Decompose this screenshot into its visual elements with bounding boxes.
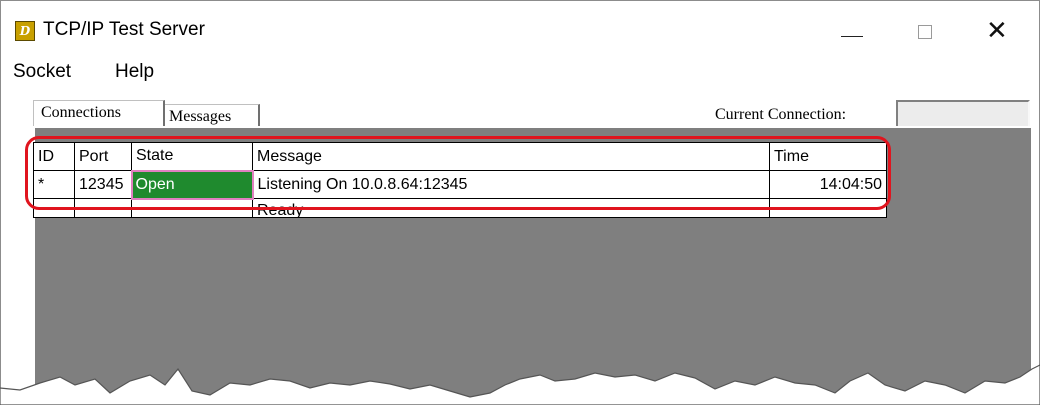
column-header-message[interactable]: Message [252,142,770,171]
maximize-icon [918,25,932,39]
cell-message: Listening On 10.0.8.64:12345 [252,170,770,199]
app-window: D TCP/IP Test Server ✕ Socket Help Conne… [0,0,1040,405]
cell-time [769,198,887,218]
table-row[interactable]: Ready [33,198,887,218]
app-icon: D [15,21,35,41]
cell-state-open: Open [130,169,254,200]
table-header-row: ID Port State Message Time [33,142,887,171]
tab-messages[interactable]: Messages [165,104,260,126]
torn-edge [0,364,1040,405]
cell-state [131,198,253,218]
cell-port: 12345 [74,170,132,199]
menu-help[interactable]: Help [115,61,154,83]
table-row[interactable]: * 12345 Open Listening On 10.0.8.64:1234… [33,169,887,200]
column-header-port[interactable]: Port [74,142,132,171]
cell-id: * [33,170,75,199]
maximize-button[interactable] [905,13,945,49]
title-bar[interactable]: D TCP/IP Test Server ✕ [1,1,1039,53]
current-connection-label: Current Connection: [715,106,847,123]
column-header-time[interactable]: Time [769,142,887,171]
close-icon: ✕ [986,16,1008,46]
current-connection-field[interactable] [896,100,1030,128]
column-header-state[interactable]: State [131,142,253,171]
cell-port [74,198,132,218]
window-title: TCP/IP Test Server [43,19,205,40]
connections-table: ID Port State Message Time * 12345 Open … [33,142,887,218]
menu-socket[interactable]: Socket [13,61,71,83]
cell-message: Ready [252,198,770,218]
tab-connections[interactable]: Connections [33,100,165,126]
minimize-button[interactable] [831,13,871,49]
cell-id [33,198,75,218]
cell-time: 14:04:50 [769,170,887,199]
column-header-id[interactable]: ID [33,142,75,171]
close-button[interactable]: ✕ [979,13,1019,49]
minimize-icon [841,36,863,37]
